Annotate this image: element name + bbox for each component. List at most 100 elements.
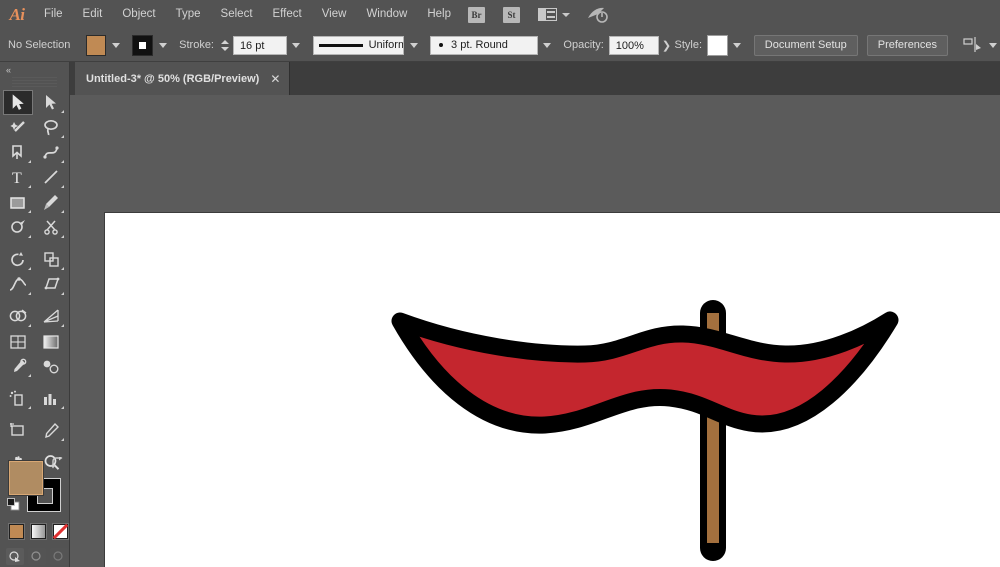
artwork-red-wavy-flag-on-pole[interactable] — [105, 213, 1000, 567]
menu-help[interactable]: Help — [417, 0, 461, 29]
menu-file[interactable]: File — [34, 0, 73, 29]
workspace-switcher-icon — [538, 8, 557, 21]
align-to-selection-icon[interactable] — [963, 36, 983, 54]
stroke-profile-label: Uniform — [369, 36, 405, 55]
document-tab-bar: Untitled-3* @ 50% (RGB/Preview) ✕ — [0, 62, 1000, 95]
eyedropper-tool[interactable] — [3, 354, 33, 379]
menu-object[interactable]: Object — [112, 0, 165, 29]
color-mode-buttons — [0, 516, 69, 540]
align-dropdown-button[interactable] — [985, 35, 1000, 55]
app-logo-icon: Ai — [0, 0, 34, 29]
uniform-profile-icon — [319, 44, 363, 47]
chevron-down-icon — [733, 43, 741, 48]
opacity-more-button[interactable]: ❯ — [661, 39, 673, 52]
svg-text:T: T — [12, 170, 22, 186]
collapse-panel-icon[interactable]: « — [0, 62, 69, 77]
chevron-down-icon — [292, 43, 300, 48]
flag-banner — [400, 320, 890, 425]
scale-tool[interactable] — [36, 247, 66, 272]
brush-definition-label: 3 pt. Round — [451, 36, 508, 55]
graphic-style-swatch[interactable] — [707, 35, 728, 56]
symbol-sprayer-tool[interactable] — [3, 386, 33, 411]
menu-window[interactable]: Window — [356, 0, 417, 29]
scissors-tool[interactable] — [36, 215, 66, 240]
workspace-switcher[interactable] — [538, 8, 570, 21]
style-label: Style: — [674, 39, 702, 51]
menu-view[interactable]: View — [312, 0, 357, 29]
selection-tool[interactable] — [3, 90, 33, 115]
stroke-profile-select[interactable]: Uniform — [313, 36, 405, 55]
full-screen-with-menu-mode-button[interactable] — [28, 548, 46, 565]
stock-button[interactable]: St — [503, 7, 520, 23]
chevron-down-icon — [410, 43, 418, 48]
control-bar: No Selection Stroke: 16 pt Uniform 3 pt.… — [0, 29, 1000, 62]
tool-grid: T — [0, 90, 69, 475]
rectangle-tool[interactable] — [3, 190, 33, 215]
stroke-weight-stepper[interactable] — [220, 36, 231, 54]
stroke-weight-label: Stroke: — [179, 39, 214, 51]
menu-type[interactable]: Type — [166, 0, 211, 29]
color-mode-button[interactable] — [8, 523, 25, 540]
direct-selection-tool[interactable] — [36, 90, 66, 115]
mesh-tool[interactable] — [3, 329, 33, 354]
rotate-tool[interactable] — [3, 247, 33, 272]
full-screen-mode-button[interactable] — [50, 548, 68, 565]
stroke-weight-dropdown-button[interactable] — [289, 35, 304, 55]
stroke-dropdown-button[interactable] — [155, 35, 170, 55]
graphic-style-dropdown-button[interactable] — [730, 35, 745, 55]
stroke-profile-dropdown-button[interactable] — [406, 35, 421, 55]
color-controls — [0, 454, 69, 565]
line-segment-tool[interactable] — [36, 165, 66, 190]
pen-tool[interactable] — [3, 140, 33, 165]
document-setup-button[interactable]: Document Setup — [754, 35, 858, 56]
artboard-tool[interactable] — [3, 418, 33, 443]
width-tool[interactable] — [3, 272, 33, 297]
bridge-button[interactable]: Br — [468, 7, 485, 23]
opacity-label: Opacity: — [563, 39, 603, 51]
document-tab[interactable]: Untitled-3* @ 50% (RGB/Preview) ✕ — [75, 62, 290, 95]
stroke-weight-input[interactable]: 16 pt — [233, 36, 287, 55]
chevron-down-icon — [543, 43, 551, 48]
panel-drag-handle[interactable] — [12, 77, 57, 87]
chevron-down-icon — [159, 43, 167, 48]
menu-select[interactable]: Select — [211, 0, 263, 29]
normal-screen-mode-button[interactable] — [6, 548, 24, 565]
type-tool[interactable]: T — [3, 165, 33, 190]
paintbrush-tool[interactable] — [36, 190, 66, 215]
artboard[interactable] — [105, 213, 1000, 567]
swap-fill-stroke-icon[interactable] — [50, 457, 64, 471]
stroke-color-swatch[interactable] — [132, 35, 153, 56]
brush-definition-select[interactable]: 3 pt. Round — [430, 36, 537, 55]
brush-definition-dropdown-button[interactable] — [540, 35, 555, 55]
lasso-tool[interactable] — [36, 115, 66, 140]
menu-edit[interactable]: Edit — [73, 0, 113, 29]
fill-color-box[interactable] — [8, 460, 44, 496]
none-mode-button[interactable] — [52, 523, 69, 540]
gradient-tool[interactable] — [36, 329, 66, 354]
shape-builder-tool[interactable] — [3, 304, 33, 329]
curvature-tool[interactable] — [36, 140, 66, 165]
search-adobe-stock-icon[interactable] — [586, 6, 608, 24]
tools-panel: « — [0, 62, 70, 567]
shaper-tool[interactable] — [3, 215, 33, 240]
default-fill-stroke-icon[interactable] — [7, 498, 20, 511]
close-icon[interactable]: ✕ — [270, 73, 280, 85]
gradient-mode-button[interactable] — [30, 523, 47, 540]
magic-wand-tool[interactable] — [3, 115, 33, 140]
illustrator-window: Ai File Edit Object Type Select Effect V… — [0, 0, 1000, 567]
menu-effect[interactable]: Effect — [263, 0, 312, 29]
fill-stroke-controls — [0, 454, 69, 516]
chevron-down-icon — [112, 43, 120, 48]
preferences-button[interactable]: Preferences — [867, 35, 948, 56]
screen-mode-buttons — [0, 540, 69, 565]
blend-tool[interactable] — [36, 354, 66, 379]
perspective-grid-tool[interactable] — [36, 304, 66, 329]
canvas-area[interactable] — [70, 95, 1000, 567]
opacity-input[interactable]: 100% — [609, 36, 659, 55]
free-transform-tool[interactable] — [36, 272, 66, 297]
fill-color-swatch[interactable] — [86, 35, 107, 56]
slice-tool[interactable] — [36, 418, 66, 443]
column-graph-tool[interactable] — [36, 386, 66, 411]
fill-dropdown-button[interactable] — [108, 35, 123, 55]
menu-bar: Ai File Edit Object Type Select Effect V… — [0, 0, 1000, 29]
